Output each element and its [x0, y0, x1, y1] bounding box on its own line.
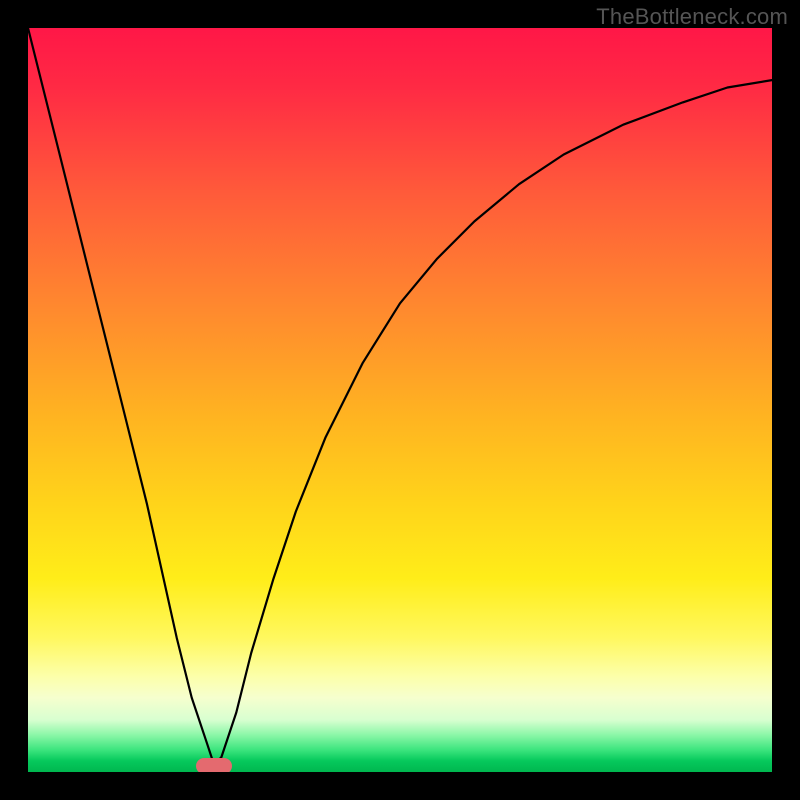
- attribution-watermark: TheBottleneck.com: [596, 4, 788, 30]
- plot-area: [28, 28, 772, 772]
- chart-frame: TheBottleneck.com: [0, 0, 800, 800]
- optimal-point-marker: [196, 758, 232, 772]
- bottleneck-curve: [28, 28, 772, 772]
